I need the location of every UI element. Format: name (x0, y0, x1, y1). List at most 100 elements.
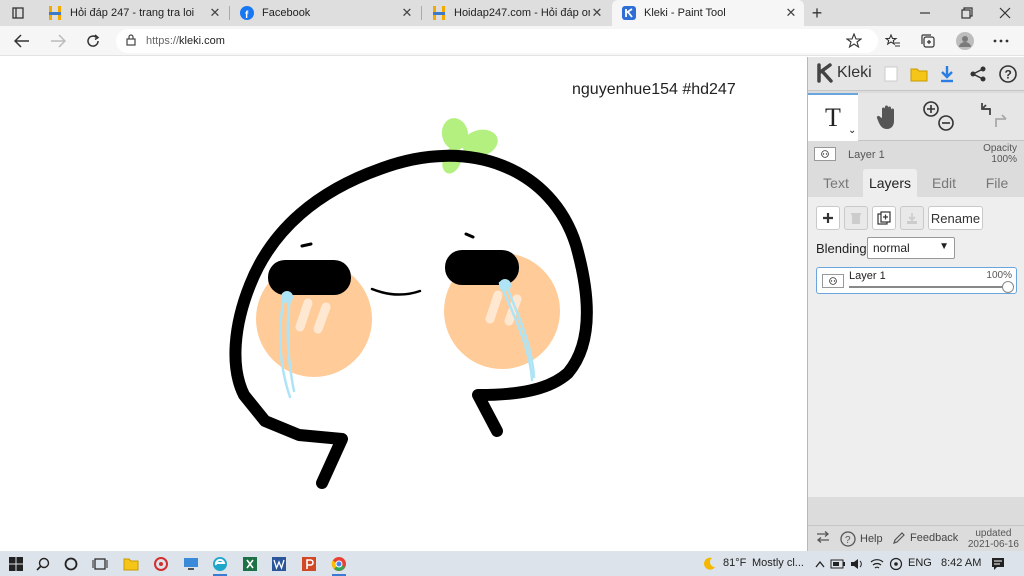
ime-icon[interactable] (885, 554, 907, 574)
drawing-canvas[interactable]: nguyenhue154 #hd247 (0, 57, 807, 551)
layer-name: Layer 1 (849, 270, 886, 282)
layer-list-item[interactable]: Layer 1 100% (816, 267, 1017, 294)
duplicate-layer-button[interactable] (872, 206, 896, 230)
zoom-in-icon (923, 101, 939, 117)
collections-icon[interactable] (917, 30, 939, 52)
tab-title: Facebook (262, 7, 311, 19)
close-tab-icon[interactable]: ✕ (590, 5, 604, 21)
kleki-header: Kleki ? (808, 57, 1024, 91)
excel-icon[interactable] (239, 554, 261, 574)
back-icon[interactable] (10, 30, 34, 52)
cortana-icon[interactable] (60, 554, 82, 574)
file-explorer-icon[interactable] (120, 554, 142, 574)
help-link[interactable]: ? Help (840, 531, 883, 547)
left-eye (268, 260, 351, 295)
zoom-out-icon (938, 115, 954, 131)
plus-icon (823, 213, 833, 223)
delete-layer-button[interactable] (844, 206, 868, 230)
refresh-icon[interactable] (81, 30, 105, 52)
new-image-icon[interactable] (880, 63, 902, 85)
powerpoint-icon[interactable] (298, 554, 320, 574)
close-tab-icon[interactable]: ✕ (400, 5, 414, 21)
windows-taskbar: 81°F Mostly cl... ENG 8:42 AM (0, 551, 1024, 576)
layers-panel: Rename Blending normal ▼ Layer 1 100% (808, 197, 1024, 497)
current-layer-opacity[interactable]: Opacity 100% (983, 143, 1017, 165)
layer-opacity-slider-track[interactable] (849, 286, 1009, 288)
clock-time[interactable]: 8:42 AM (941, 557, 981, 569)
undo-redo-icons (974, 99, 1010, 135)
chevron-down-icon[interactable]: ⌄ (848, 125, 856, 136)
layer-opacity-slider-handle[interactable] (1002, 281, 1014, 293)
close-tab-icon[interactable]: ✕ (208, 5, 222, 21)
help-circle-icon: ? (840, 531, 856, 547)
url-text: https://kleki.com (146, 35, 225, 47)
app-red-circle-icon[interactable] (150, 554, 172, 574)
weather-description[interactable]: Mostly cl... (752, 557, 804, 569)
favorite-star-icon[interactable] (843, 30, 865, 52)
task-view-icon[interactable] (89, 554, 111, 574)
browser-toolbar: https://kleki.com (0, 26, 1024, 56)
text-tool-button[interactable]: T ⌄ (808, 93, 858, 141)
tab-title: Hỏi đáp 247 - trang tra loi (70, 7, 195, 19)
restore-icon[interactable] (948, 0, 986, 26)
close-tab-icon[interactable]: ✕ (784, 5, 798, 21)
minimize-icon[interactable] (906, 0, 944, 26)
blending-mode-select[interactable]: normal ▼ (867, 237, 955, 259)
profile-avatar-icon[interactable] (954, 30, 976, 52)
lock-icon[interactable] (126, 33, 136, 49)
notifications-icon[interactable] (987, 554, 1009, 574)
rename-layer-button[interactable]: Rename (928, 206, 983, 230)
zoom-icons (920, 99, 956, 135)
updated-date: updated 2021-06-16 (967, 528, 1019, 550)
download-icon[interactable] (936, 63, 958, 85)
windows-start-icon[interactable] (5, 554, 27, 574)
tool-row: T ⌄ (808, 93, 1024, 141)
open-folder-icon[interactable] (908, 63, 930, 85)
language-indicator[interactable]: ENG (908, 557, 932, 569)
facebook-icon: f (240, 6, 254, 20)
tab-edit[interactable]: Edit (918, 169, 970, 197)
volume-icon[interactable] (846, 554, 868, 574)
close-window-icon[interactable] (986, 0, 1024, 26)
swap-sides-icon[interactable] (816, 531, 830, 543)
panel-tabs: Text Layers Edit File (808, 169, 1024, 197)
blending-label: Blending (816, 241, 867, 256)
monitor-app-icon[interactable] (180, 554, 202, 574)
panel-footer: ? Help Feedback updated 2021-06-16 (808, 525, 1024, 551)
tab-hoidap-1[interactable]: Hỏi đáp 247 - trang tra loi ✕ (38, 0, 228, 26)
help-question-icon[interactable]: ? (997, 63, 1019, 85)
kleki-icon (622, 6, 636, 20)
kleki-side-panel: Kleki ? T ⌄ Layer 1 Opacity 100% Text La… (807, 57, 1024, 551)
edge-browser-icon[interactable] (209, 554, 231, 576)
tab-title: Kleki - Paint Tool (644, 7, 726, 19)
tab-kleki[interactable]: Kleki - Paint Tool ✕ (612, 0, 804, 26)
tab-layers[interactable]: Layers (863, 169, 917, 197)
feedback-link[interactable]: Feedback (892, 531, 958, 545)
weather-temperature[interactable]: 81°F (723, 557, 746, 569)
hand-tool-icon[interactable] (870, 99, 906, 135)
drawing-artwork (229, 118, 593, 489)
forward-icon[interactable] (46, 30, 70, 52)
tab-text[interactable]: Text (810, 169, 862, 197)
new-tab-button[interactable]: + (804, 0, 830, 26)
address-bar[interactable]: https://kleki.com (116, 29, 878, 53)
favorites-list-icon[interactable] (882, 30, 904, 52)
duplicate-icon (877, 211, 891, 225)
more-menu-icon[interactable] (990, 30, 1012, 52)
word-icon[interactable] (268, 554, 290, 574)
tab-actions-icon[interactable] (0, 0, 36, 26)
chrome-icon[interactable] (328, 554, 350, 576)
layer-opacity-value: 100% (986, 270, 1012, 281)
tab-facebook[interactable]: f Facebook ✕ (230, 0, 420, 26)
search-icon[interactable] (32, 554, 54, 574)
add-layer-button[interactable] (816, 206, 840, 230)
layer-thumbnail (822, 274, 844, 288)
svg-text:?: ? (1005, 68, 1012, 82)
undo-icon (981, 103, 991, 115)
merge-down-button[interactable] (900, 206, 924, 230)
tab-file[interactable]: File (971, 169, 1023, 197)
weather-moon-icon[interactable] (698, 554, 720, 574)
share-icon[interactable] (967, 63, 989, 85)
tab-hoidap-2[interactable]: Hoidap247.com - Hỏi đáp online ✕ (422, 0, 610, 26)
pencil-icon (893, 532, 905, 544)
